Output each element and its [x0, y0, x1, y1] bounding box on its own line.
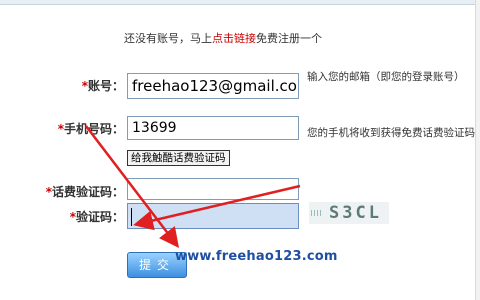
- arrow-to-captcha-icon: [133, 184, 301, 231]
- annotation-arrows: [85, 125, 301, 248]
- arrow-to-submit-icon: [85, 125, 180, 248]
